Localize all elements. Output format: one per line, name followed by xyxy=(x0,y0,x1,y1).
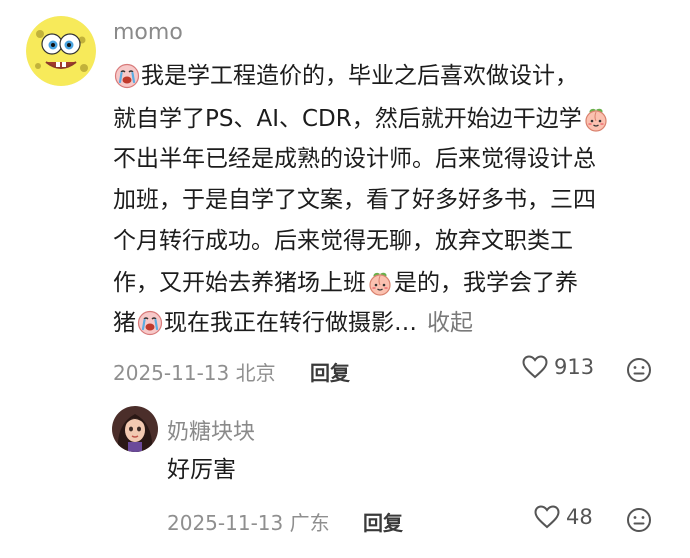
neutral-face-icon xyxy=(627,508,651,532)
comment-body-line: 就自学了PS、AI、CDR，然后就开始边干边学 xyxy=(113,104,610,134)
comment-text: 作，又开始去养猪场上班 xyxy=(113,270,366,296)
comment-body-line: 加班，于是自学了文案，看了好多好多书，三四 xyxy=(113,185,596,215)
like-button[interactable]: 913 xyxy=(522,355,594,379)
crying-face-emoji-icon xyxy=(114,63,140,89)
comment-date: 2025-11-13 xyxy=(113,361,230,385)
reply-button[interactable]: 回复 xyxy=(363,507,403,536)
crying-face-emoji-icon xyxy=(137,310,163,336)
comment-text: 现在我正在转行做摄影… xyxy=(164,310,417,336)
like-count: 48 xyxy=(566,505,593,529)
reply-username[interactable]: 奶糖块块 xyxy=(167,414,255,446)
comment-text: 就自学了PS、AI、CDR，然后就开始边干边学 xyxy=(113,106,582,132)
girl-avatar-image xyxy=(112,406,158,452)
heart-outline-icon xyxy=(534,505,560,529)
more-button[interactable] xyxy=(626,507,652,537)
comment-text: 不出半年已经是成熟的设计师。后来觉得设计总 xyxy=(113,146,596,172)
more-button[interactable] xyxy=(626,357,652,387)
spongebob-avatar-image xyxy=(26,16,96,86)
reply-button[interactable]: 回复 xyxy=(310,357,350,386)
collapse-link[interactable]: 收起 xyxy=(427,308,473,338)
like-button[interactable]: 48 xyxy=(534,505,593,529)
comment-body-line: 作，又开始去养猪场上班 是的，我学会了养 xyxy=(113,268,578,298)
comment-text: 我是学工程造价的，毕业之后喜欢做设计， xyxy=(141,63,578,89)
comment-text: 猪 xyxy=(113,310,136,336)
comment-body-line: 猪 现在我正在转行做摄影… 收起 xyxy=(113,308,473,338)
comment-body-line: 我是学工程造价的，毕业之后喜欢做设计， xyxy=(113,61,578,91)
avatar[interactable] xyxy=(26,16,96,86)
neutral-face-icon xyxy=(627,358,651,382)
reply-location: 广东 xyxy=(289,511,330,535)
comment-body-line: 个月转行成功。后来觉得无聊，放弃文职类工 xyxy=(113,226,573,256)
comment-location: 北京 xyxy=(235,361,276,385)
reply-date: 2025-11-13 xyxy=(167,511,284,535)
comment-text: 是的，我学会了养 xyxy=(394,270,578,296)
peach-emoji-icon xyxy=(583,106,609,132)
comment-body-line: 不出半年已经是成熟的设计师。后来觉得设计总 xyxy=(113,144,596,174)
peach-emoji-icon xyxy=(367,270,393,296)
comment-text: 个月转行成功。后来觉得无聊，放弃文职类工 xyxy=(113,228,573,254)
reply-meta: 2025-11-13 广东 xyxy=(167,507,330,536)
reply-text: 好厉害 xyxy=(167,457,236,483)
comment-username[interactable]: momo xyxy=(113,20,183,45)
comment-text: 加班，于是自学了文案，看了好多好多书，三四 xyxy=(113,187,596,213)
comment-meta: 2025-11-13 北京 xyxy=(113,357,276,386)
like-count: 913 xyxy=(554,355,595,379)
avatar[interactable] xyxy=(112,406,158,452)
heart-outline-icon xyxy=(522,355,548,379)
